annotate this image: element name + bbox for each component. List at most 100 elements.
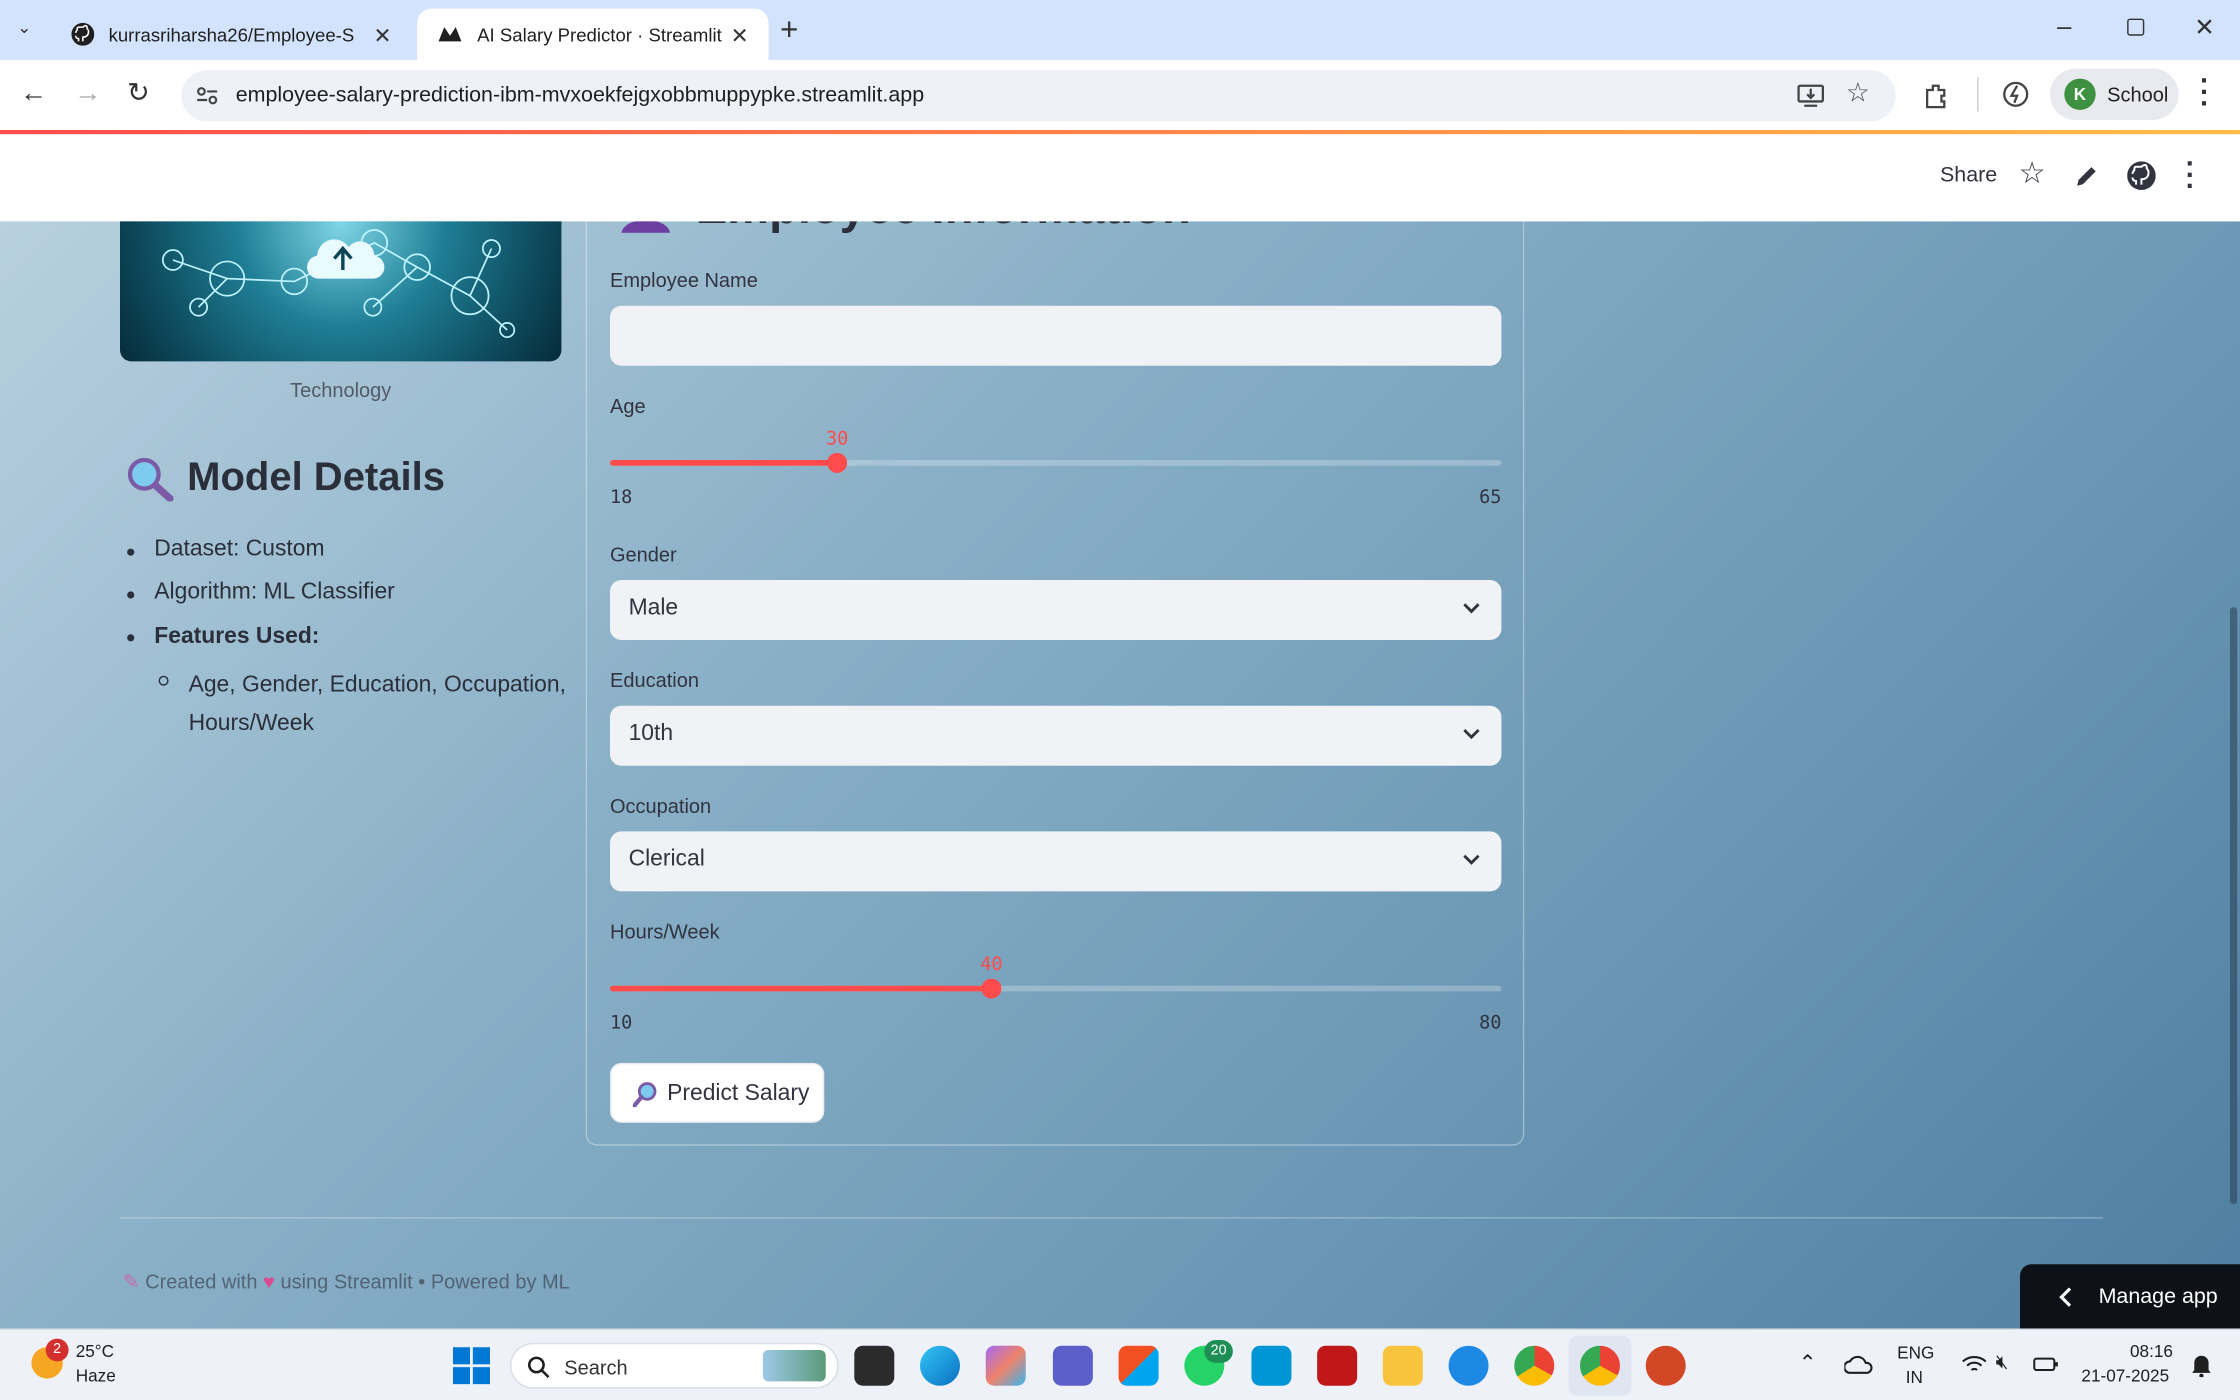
mute-icon[interactable]: 🔇︎ xyxy=(1996,1350,2009,1374)
magnifier-icon xyxy=(127,457,174,502)
bullet xyxy=(127,634,135,642)
predict-salary-button[interactable]: Predict Salary xyxy=(610,1062,825,1123)
employee-name-input[interactable] xyxy=(610,305,1502,366)
close-tab-icon[interactable]: ✕ xyxy=(731,23,749,48)
form-title: Employee Information xyxy=(696,221,1191,234)
windows-start-icon[interactable] xyxy=(452,1347,490,1385)
tab-bar: ⌄ kurrasriharsha26/Employee-Sal ✕ AI Sal… xyxy=(0,0,2240,61)
hours-slider[interactable]: 40 10 80 xyxy=(610,954,1502,1040)
copilot-icon[interactable] xyxy=(985,1345,1026,1386)
algorithm-item: Algorithm: ML Classifier xyxy=(154,580,395,605)
profile-label: School xyxy=(2107,82,2169,106)
magnifier-icon xyxy=(632,1082,657,1108)
teams-icon[interactable] xyxy=(1052,1345,1093,1386)
slider-min: 18 xyxy=(610,487,633,509)
star-icon[interactable]: ☆ xyxy=(2019,156,2046,192)
gender-select[interactable]: Male xyxy=(610,580,1502,640)
education-select[interactable]: 10th xyxy=(610,705,1502,766)
onedrive-icon[interactable] xyxy=(1844,1353,1873,1376)
edit-icon[interactable] xyxy=(2074,163,2100,189)
slider-min: 10 xyxy=(610,1012,633,1035)
chevron-down-icon xyxy=(1463,854,1480,865)
app-main: Technology Model Details Dataset: Custom… xyxy=(0,221,2240,1329)
slider-value: 40 xyxy=(980,954,1003,976)
help-icon[interactable] xyxy=(1448,1345,1489,1386)
store-icon[interactable] xyxy=(1118,1345,1159,1386)
occupation-select[interactable]: Clerical xyxy=(610,831,1502,892)
slider-thumb[interactable] xyxy=(827,452,848,473)
app-menu-icon[interactable]: · · · xyxy=(2186,150,2196,201)
bullet xyxy=(127,548,135,556)
occupation-value: Clerical xyxy=(628,847,705,872)
language-region[interactable]: IN xyxy=(1906,1367,1923,1387)
address-bar[interactable]: employee-salary-prediction-ibm-mvxoekfej… xyxy=(181,70,1896,122)
syringe-icon: ✎ xyxy=(122,1270,140,1293)
site-info-icon[interactable] xyxy=(196,86,219,106)
scrollbar[interactable] xyxy=(2230,607,2238,1205)
extensions-icon[interactable] xyxy=(1923,81,1952,110)
browser-toolbar: ← → ↻ employee-salary-prediction-ibm-mvx… xyxy=(0,60,2240,132)
bookmark-star-icon[interactable]: ☆ xyxy=(1846,77,1870,110)
cloud-network-icon xyxy=(162,229,516,339)
clock-date[interactable]: 21-07-2025 xyxy=(2081,1366,2169,1386)
age-label: Age xyxy=(610,394,646,418)
search-icon xyxy=(528,1356,550,1379)
minimize-icon[interactable]: – xyxy=(2057,11,2071,41)
taskbar-search[interactable]: Search xyxy=(510,1342,839,1389)
edge-icon[interactable] xyxy=(920,1345,960,1386)
tab-streamlit[interactable]: AI Salary Predictor · Streamlit ✕ xyxy=(417,8,769,61)
powerpoint-icon[interactable] xyxy=(1645,1345,1686,1386)
close-tab-icon[interactable]: ✕ xyxy=(373,23,391,48)
forward-icon[interactable]: → xyxy=(74,79,101,110)
chevron-down-icon xyxy=(1463,728,1480,740)
browser-menu-icon[interactable]: · · · xyxy=(2200,67,2210,118)
performance-icon[interactable] xyxy=(2001,80,2030,109)
avatar: K xyxy=(2064,78,2096,110)
streamlit-header: Share ☆ · · · xyxy=(0,134,2240,222)
myhp-icon[interactable] xyxy=(1251,1345,1292,1386)
occupation-label: Occupation xyxy=(610,794,712,818)
new-tab-icon[interactable]: + xyxy=(780,11,798,48)
github-repo-icon[interactable] xyxy=(2127,161,2156,190)
tray-overflow-icon[interactable]: ⌃ xyxy=(1799,1350,1817,1375)
task-view-icon[interactable] xyxy=(854,1345,895,1386)
sub-bullet xyxy=(158,675,169,686)
dataset-item: Dataset: Custom xyxy=(154,537,325,562)
age-slider[interactable]: 30 18 65 xyxy=(610,429,1502,515)
slider-max: 65 xyxy=(1479,487,1502,509)
search-highlight-icon xyxy=(762,1350,826,1382)
install-app-icon[interactable] xyxy=(1797,83,1825,109)
profile-button[interactable]: K School xyxy=(2050,68,2179,120)
hours-label: Hours/Week xyxy=(610,920,720,943)
image-caption: Technology xyxy=(290,378,392,402)
form-title-clip: Employee Information xyxy=(696,221,1191,235)
notification-bell-icon[interactable] xyxy=(2190,1351,2213,1378)
clock-time[interactable]: 08:16 xyxy=(2130,1341,2173,1361)
mcafee-icon[interactable] xyxy=(1317,1345,1358,1386)
tab-github[interactable]: kurrasriharsha26/Employee-Sal ✕ xyxy=(51,9,411,60)
technology-image xyxy=(120,221,562,362)
chevron-down-icon xyxy=(1463,603,1480,614)
manage-app-label: Manage app xyxy=(2098,1284,2218,1309)
tab-search-icon[interactable]: ⌄ xyxy=(17,17,31,37)
share-button[interactable]: Share xyxy=(1940,163,1997,187)
language-primary[interactable]: ENG xyxy=(1897,1343,1934,1363)
battery-icon[interactable] xyxy=(2033,1353,2059,1376)
chrome-profile-icon[interactable] xyxy=(1580,1345,1620,1386)
back-icon[interactable]: ← xyxy=(20,79,47,110)
reload-icon[interactable]: ↻ xyxy=(127,77,150,110)
slider-thumb[interactable] xyxy=(981,978,1002,999)
file-explorer-icon[interactable] xyxy=(1382,1345,1423,1386)
restore-icon[interactable] xyxy=(2127,18,2145,36)
features-list: Age, Gender, Education, Occupation, Hour… xyxy=(188,672,566,736)
weather-condition: Haze xyxy=(75,1365,116,1386)
wifi-icon[interactable] xyxy=(1961,1353,1987,1376)
features-label: Features Used: xyxy=(154,624,320,649)
manage-app-button[interactable]: Manage app xyxy=(2020,1264,2240,1329)
close-window-icon[interactable]: ✕ xyxy=(2194,14,2214,43)
weather-badge: 2 xyxy=(45,1338,69,1362)
footer-suffix: using Streamlit • Powered by ML xyxy=(280,1270,570,1293)
windows-taskbar: 2 25°C Haze Search 20 ⌃ ENG IN 🔇︎ 08:16 … xyxy=(0,1328,2240,1400)
gender-value: Male xyxy=(628,595,679,620)
chrome-icon[interactable] xyxy=(1514,1345,1555,1386)
